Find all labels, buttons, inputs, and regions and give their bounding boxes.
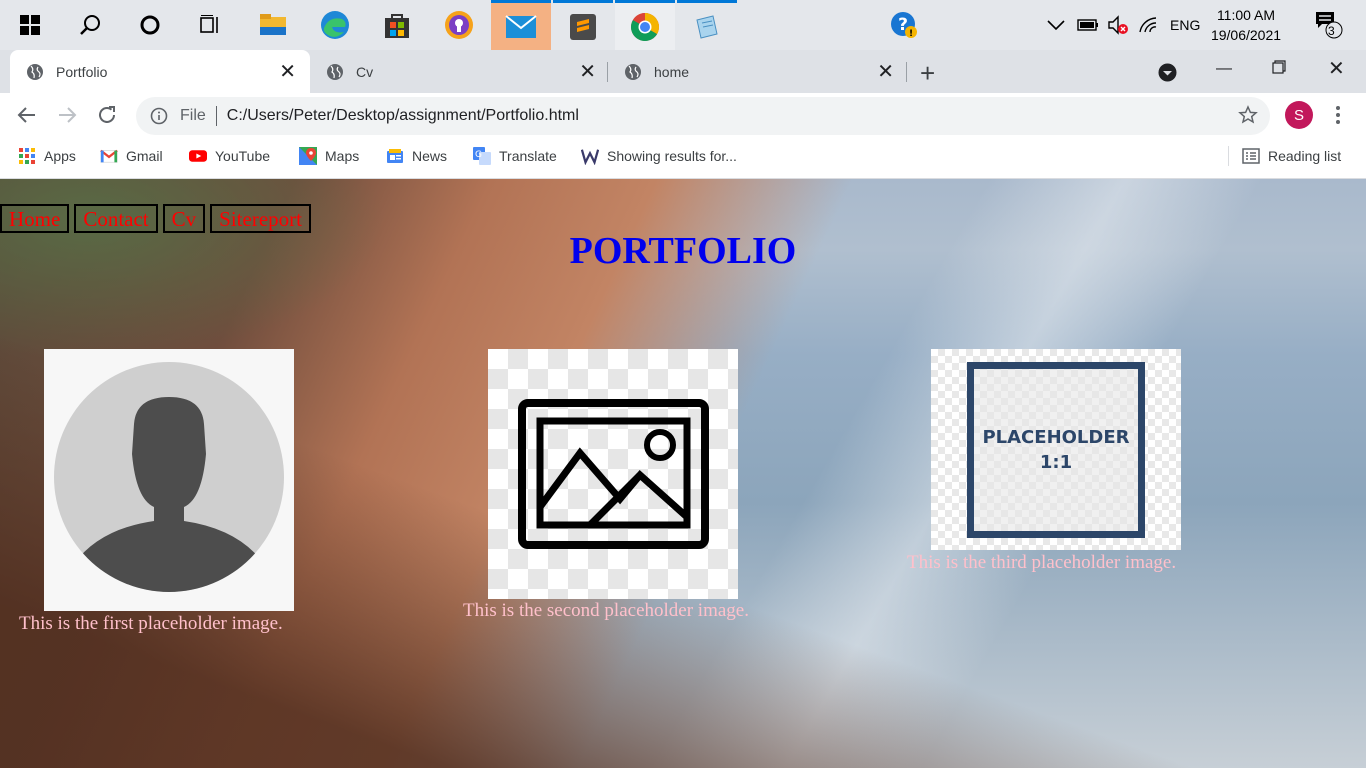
- tab-search-chevron-icon[interactable]: [1158, 63, 1177, 87]
- omnibox[interactable]: File C:/Users/Peter/Desktop/assignment/P…: [136, 97, 1270, 135]
- volume-muted-icon[interactable]: [1106, 0, 1130, 50]
- globe-icon: [27, 63, 43, 80]
- notification-count-badge: 3: [1328, 24, 1335, 38]
- tab-separator: [607, 62, 608, 82]
- svg-text:!: !: [909, 29, 913, 39]
- bookmarks-bar: Apps Gmail YouTube Maps News G Translate: [0, 138, 1366, 179]
- file-explorer-icon[interactable]: [243, 0, 303, 50]
- bookmark-label: YouTube: [215, 148, 271, 164]
- search-icon[interactable]: [72, 0, 108, 50]
- avatar-placeholder-image: [44, 349, 294, 611]
- close-window-icon[interactable]: ✕: [1328, 56, 1345, 81]
- restore-icon[interactable]: [1272, 60, 1286, 79]
- bookmark-label: Translate: [499, 148, 557, 164]
- news-icon: [386, 147, 404, 165]
- show-hidden-icons-chevron-icon[interactable]: [1046, 0, 1066, 50]
- tab-cv[interactable]: Cv ✕: [310, 50, 610, 93]
- windows-taskbar: ?! ENG 11:00 AM 19/06/2021 3: [0, 0, 1366, 50]
- bookmark-label: Apps: [44, 148, 76, 164]
- password-manager-icon[interactable]: [429, 0, 489, 50]
- bookmark-news[interactable]: News: [386, 138, 447, 174]
- language-indicator[interactable]: ENG: [1170, 0, 1200, 50]
- close-tab-icon[interactable]: ✕: [279, 59, 296, 84]
- bookmark-translate[interactable]: G Translate: [473, 138, 557, 174]
- image-placeholder-image: [488, 349, 738, 599]
- bookmark-maps[interactable]: Maps: [299, 138, 359, 174]
- maps-icon: [299, 147, 317, 165]
- globe-icon: [327, 63, 343, 80]
- edge-icon[interactable]: [305, 0, 365, 50]
- translate-icon: G: [473, 147, 491, 165]
- tab-strip: Portfolio ✕ Cv ✕ home ✕ + — ✕: [0, 50, 1366, 93]
- placeholder-box: PLACEHOLDER 1:1: [967, 362, 1145, 538]
- reading-list-icon: [1242, 147, 1260, 165]
- bookmark-label: News: [412, 148, 448, 164]
- placeholder-ratio: 1:1: [1039, 452, 1073, 473]
- picture-icon: [518, 399, 709, 549]
- cortana-icon[interactable]: [132, 0, 168, 50]
- sublime-text-icon[interactable]: [553, 0, 613, 50]
- new-tab-plus-icon[interactable]: +: [920, 58, 935, 89]
- bookmark-label: Maps: [325, 148, 360, 164]
- bookmark-apps[interactable]: Apps: [18, 138, 76, 174]
- clock-time: 11:00 AM: [1216, 7, 1276, 23]
- youtube-icon: [189, 147, 207, 165]
- tab-portfolio[interactable]: Portfolio ✕: [10, 50, 310, 93]
- omnibox-divider: [215, 106, 217, 126]
- placeholder-text: PLACEHOLDER: [982, 427, 1130, 448]
- clock-date: 19/06/2021: [1210, 27, 1282, 43]
- first-image-caption: This is the first placeholder image.: [19, 613, 283, 634]
- close-tab-icon[interactable]: ✕: [579, 59, 596, 84]
- page-title: PORTFOLIO: [569, 230, 797, 272]
- browser-toolbar: File C:/Users/Peter/Desktop/assignment/P…: [0, 93, 1366, 138]
- tab-home[interactable]: home ✕: [608, 50, 908, 93]
- info-icon[interactable]: [150, 107, 168, 125]
- tab-title: Portfolio: [56, 63, 108, 80]
- reload-icon[interactable]: [96, 104, 118, 131]
- help-icon[interactable]: ?!: [888, 0, 920, 50]
- page-viewport: Home Contact Cv Sitereport PORTFOLIO Thi…: [0, 179, 1366, 768]
- tab-separator: [906, 62, 907, 82]
- reading-list-button[interactable]: Reading list: [1242, 138, 1341, 174]
- battery-icon[interactable]: [1076, 0, 1100, 50]
- scheme-label: File: [180, 107, 206, 124]
- wifi-icon[interactable]: [1138, 0, 1160, 50]
- minimize-icon[interactable]: —: [1216, 60, 1232, 78]
- bookmarks-divider: [1228, 146, 1229, 166]
- tab-title: home: [654, 63, 690, 80]
- tab-title: Cv: [356, 63, 374, 80]
- placeholder-1-1-image: PLACEHOLDER 1:1: [931, 349, 1181, 550]
- profile-avatar[interactable]: S: [1285, 101, 1313, 129]
- back-arrow-icon[interactable]: [16, 104, 38, 131]
- chrome-menu-icon[interactable]: [1330, 105, 1346, 130]
- notepad-icon[interactable]: [677, 0, 737, 50]
- second-image-caption: This is the second placeholder image.: [463, 600, 749, 621]
- windows-start-icon[interactable]: [12, 0, 48, 50]
- mail-icon[interactable]: [491, 0, 551, 50]
- forward-arrow-icon[interactable]: [56, 104, 78, 131]
- user-silhouette-icon: [54, 362, 284, 592]
- globe-icon: [625, 63, 641, 80]
- third-image-caption: This is the third placeholder image.: [907, 552, 1177, 573]
- action-center-icon[interactable]: 3: [1314, 0, 1344, 50]
- task-view-icon[interactable]: [192, 0, 228, 50]
- apps-grid-icon: [18, 147, 36, 165]
- bookmark-label: Showing results for...: [607, 148, 737, 164]
- bookmark-youtube[interactable]: YouTube: [189, 138, 270, 174]
- bookmark-showing-results[interactable]: Showing results for...: [581, 138, 737, 174]
- reading-list-label: Reading list: [1268, 148, 1342, 164]
- gmail-icon: [100, 147, 118, 165]
- close-tab-icon[interactable]: ✕: [877, 59, 894, 84]
- bookmark-star-icon[interactable]: [1238, 105, 1258, 130]
- url-text[interactable]: C:/Users/Peter/Desktop/assignment/Portfo…: [227, 107, 579, 125]
- store-icon[interactable]: [367, 0, 427, 50]
- svg-text:G: G: [475, 150, 482, 160]
- site-favicon-icon: [581, 147, 599, 165]
- clock[interactable]: 11:00 AM 19/06/2021: [1210, 0, 1282, 50]
- chrome-icon[interactable]: [615, 0, 675, 50]
- bookmark-label: Gmail: [126, 148, 163, 164]
- bookmark-gmail[interactable]: Gmail: [100, 138, 163, 174]
